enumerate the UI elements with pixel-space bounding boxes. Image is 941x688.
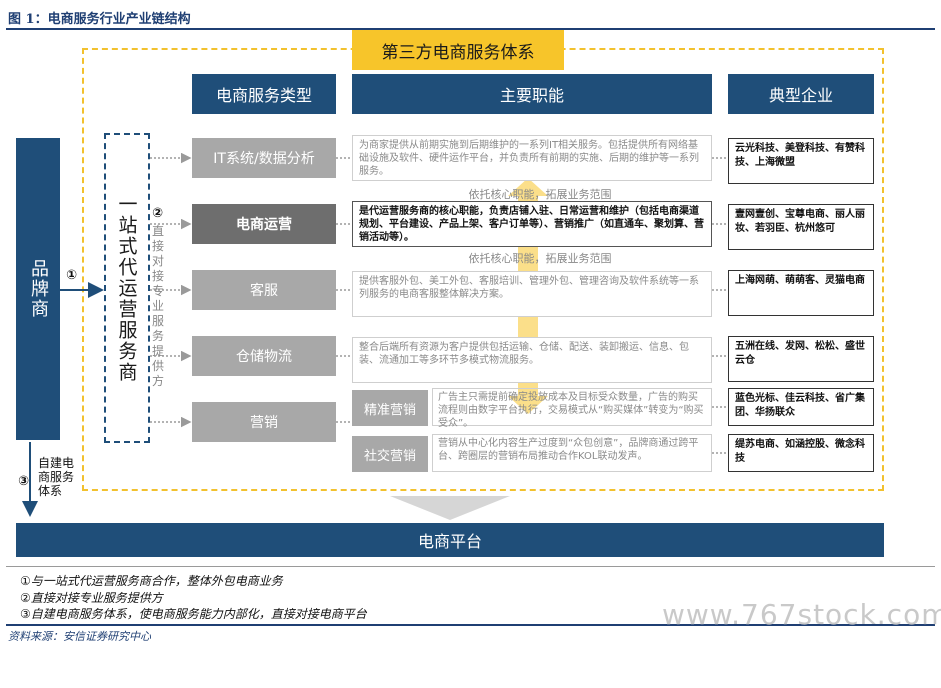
desc-operation: 是代运营服务商的核心职能，负责店铺入驻、日常运营和维护（包括电商渠道规划、平台建… [352, 201, 712, 247]
desc-service: 提供客服外包、美工外包、客服培训、管理外包、管理咨询及软件系统等一系列服务的电商… [352, 271, 712, 317]
one-stop-operator-box: 一站式代运营服务商 [104, 133, 150, 443]
marker-1: ① [66, 268, 78, 283]
type-logistics: 仓储物流 [192, 336, 336, 376]
ecommerce-platform-bar: 电商平台 [16, 523, 884, 557]
enterprise-it: 云光科技、美登科技、有赞科技、上海微盟 [728, 138, 874, 184]
self-built-label: 自建电商服务体系 [38, 456, 75, 498]
enterprise-service: 上海网萌、萌萌客、灵猫电商 [728, 270, 874, 316]
marker-3: ③ [18, 474, 30, 489]
footnote-rule [6, 566, 935, 567]
mid-note-2: 依托核心职能，拓展业务范围 [468, 252, 612, 265]
desc-logistics: 整合后端所有资源为客户提供包括运输、仓储、配送、装卸搬运、信息、包装、流通加工等… [352, 337, 712, 383]
enterprise-logistics: 五洲在线、发网、松松、盛世云仓 [728, 336, 874, 382]
type-service: 客服 [192, 270, 336, 310]
source-note: 资料来源：安信证券研究中心 [8, 630, 151, 643]
desc-social: 营销从中心化内容生产过度到“众包创意”，品牌商通过跨平台、跨圈层的营销布局推动合… [432, 434, 712, 472]
type-it: IT系统/数据分析 [192, 138, 336, 178]
mid-note-1: 依托核心职能，拓展业务范围 [468, 188, 612, 201]
desc-it: 为商家提供从前期实施到后期维护的一系列IT相关服务。包括提供所有网络基础设施及软… [352, 135, 712, 181]
type-marketing: 营销 [192, 402, 336, 442]
desc-precision: 广告主只需提前确定投放成本及目标受众数量，广告的购买流程则由数字平台执行，交易模… [432, 388, 712, 429]
enterprise-operation: 壹网壹创、宝尊电商、丽人丽妆、若羽臣、杭州悠可 [728, 204, 874, 250]
watermark: www.767stock.com [662, 598, 941, 631]
brand-owner-box: 品牌商 [16, 138, 60, 440]
footnote-2: ②直接对接专业服务提供方 [20, 591, 163, 605]
subtype-precision: 精准营销 [352, 390, 428, 426]
direct-label: 直接对接专业服务提供方 [152, 224, 165, 388]
enterprise-social: 缇苏电商、如涵控股、微念科技 [728, 434, 874, 472]
footnote-3: ③自建电商服务体系，使电商服务能力内部化，直接对接电商平台 [20, 607, 367, 621]
brand-owner-label: 品牌商 [28, 259, 49, 319]
marker-2: ② [152, 206, 164, 221]
footnote-1: ①与一站式代运营服务商合作，整体外包电商业务 [20, 574, 283, 588]
one-stop-operator-label: 一站式代运营服务商 [115, 193, 138, 383]
enterprise-precision: 蓝色光标、佳云科技、省广集团、华扬联众 [728, 388, 874, 426]
subtype-social: 社交营销 [352, 436, 428, 472]
type-operation: 电商运营 [192, 204, 336, 244]
